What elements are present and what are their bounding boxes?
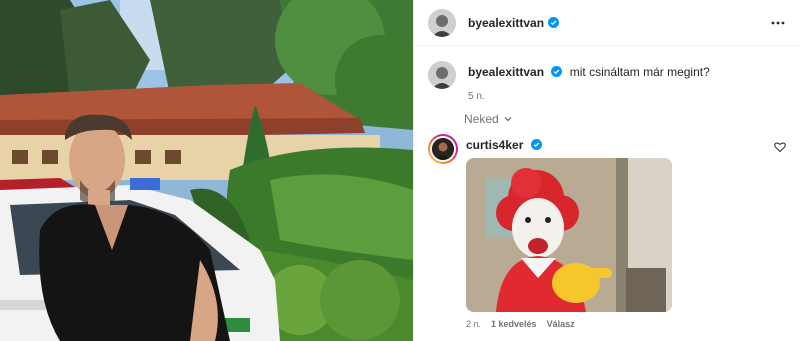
comment-likes[interactable]: 1 kedvelés: [491, 319, 537, 329]
comment-reply-button[interactable]: Válasz: [547, 319, 575, 329]
caption-username[interactable]: byealexittvan: [468, 65, 544, 79]
comment-gif[interactable]: [466, 158, 672, 312]
post-detail-panel: byealexittvan byealexittvan mit csinálta…: [413, 0, 800, 341]
heart-icon[interactable]: [774, 141, 786, 153]
caption-avatar[interactable]: [428, 61, 456, 89]
verified-badge-icon: [551, 66, 563, 77]
commenter-avatar[interactable]: [428, 134, 458, 164]
post-photo[interactable]: [0, 0, 413, 341]
more-horizontal-icon[interactable]: [770, 15, 786, 31]
clown-gif-image: [466, 158, 672, 312]
commenter-username-text[interactable]: curtis4ker: [466, 138, 523, 152]
author-username[interactable]: byealexittvan: [468, 16, 544, 30]
commenter-username[interactable]: curtis4ker: [466, 138, 542, 152]
caption-text: mit csináltam már megint?: [569, 65, 710, 79]
verified-badge-icon: [548, 17, 560, 28]
chevron-down-icon: [504, 117, 512, 122]
comment-filter-label: Neked: [464, 112, 499, 126]
comment-meta: 2 n. 1 kedvelés Válasz: [466, 319, 575, 329]
post-header: byealexittvan: [414, 0, 800, 46]
comment-filter-dropdown[interactable]: Neked: [464, 112, 513, 126]
caption-age: 5 n.: [468, 91, 485, 102]
author-avatar[interactable]: [428, 8, 456, 37]
verified-badge-icon: [530, 139, 542, 150]
post-caption: byealexittvan mit csináltam már megint? …: [428, 61, 786, 104]
post-image: [0, 0, 413, 341]
comment-age: 2 n.: [466, 319, 482, 329]
